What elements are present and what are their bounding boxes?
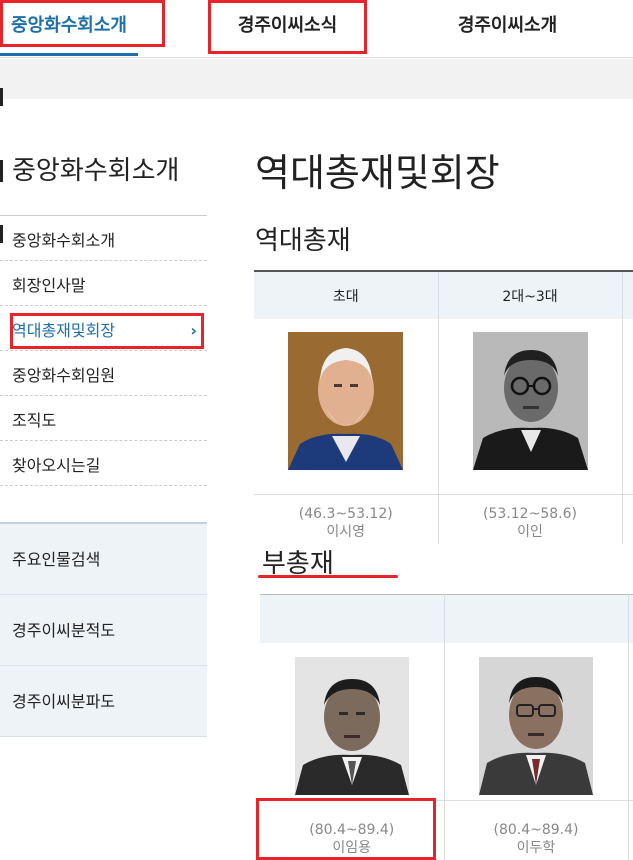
portrait-image xyxy=(294,656,409,795)
sidebar-title: 중앙화수회소개 xyxy=(12,156,180,186)
person-name: 이두학 xyxy=(516,840,556,856)
sidebar-item-greeting[interactable]: 회장인사말 xyxy=(0,261,207,306)
sidebar-item-person-search[interactable]: 주요인물검색 xyxy=(0,524,207,595)
portrait-image xyxy=(479,656,593,795)
portrait-image xyxy=(472,332,588,470)
breadcrumb-bar xyxy=(0,59,633,99)
table-header-row: 초대 2대~3대 xyxy=(254,271,633,319)
sidebar-item-officers[interactable]: 중앙화수회임원 xyxy=(0,351,207,396)
person-info: (53.12~58.6) 이인 xyxy=(438,494,623,544)
table-row xyxy=(260,642,633,801)
sidebar-item-label: 경주이씨분파도 xyxy=(12,692,116,711)
person-info: (80.4~89.4) 이두학 xyxy=(444,800,629,860)
tab-label: 중앙화수회소개 xyxy=(11,15,127,36)
person-info: (80.4~89.4) 이임용 xyxy=(260,800,445,860)
sidebar-item-label: 회장인사말 xyxy=(12,276,86,295)
edge-sliver xyxy=(0,88,3,106)
sidebar-item-label: 조직도 xyxy=(12,411,57,430)
portrait-cell xyxy=(444,642,629,801)
table-header-row xyxy=(260,594,633,643)
portrait-image xyxy=(288,332,404,470)
table-row: (46.3~53.12) 이시영 (53.12~58.6) 이인 xyxy=(254,494,633,544)
sidebar-item-directions[interactable]: 찾아오시는길 xyxy=(0,441,207,486)
sidebar-item-past-presidents[interactable]: 역대총재및회장 › xyxy=(0,306,207,351)
sidebar-item-label: 주요인물검색 xyxy=(12,550,101,569)
portrait-cell xyxy=(260,642,445,801)
term-period: (80.4~89.4) xyxy=(493,822,579,838)
section-title-presidents: 역대총재 xyxy=(255,226,351,256)
table-row: (80.4~89.4) 이임용 (80.4~89.4) 이두학 xyxy=(260,800,633,860)
column-header: 2대~3대 xyxy=(438,271,623,319)
column-header xyxy=(444,594,629,643)
sidebar-item-label: 찾아오시는길 xyxy=(12,456,101,475)
column-header xyxy=(622,271,633,319)
sidebar-item-label: 역대총재및회장 xyxy=(12,321,116,340)
top-navigation: 중앙화수회소개 경주이씨소식 경주이씨소개 xyxy=(0,0,633,58)
sidebar-item-org-chart[interactable]: 조직도 xyxy=(0,396,207,441)
chevron-right-icon: › xyxy=(190,321,197,340)
sidebar-item-label: 중앙화수회소개 xyxy=(12,231,116,250)
sidebar-item-lineage-chart[interactable]: 경주이씨분파도 xyxy=(0,666,207,737)
tab-central-association[interactable]: 중앙화수회소개 xyxy=(0,8,138,56)
sidebar-sub-menu: 주요인물검색 경주이씨분적도 경주이씨분파도 xyxy=(0,522,207,737)
person-name: 이임용 xyxy=(332,840,372,856)
sidebar-item-label: 중앙화수회임원 xyxy=(12,366,116,385)
active-tab-indicator xyxy=(0,53,138,56)
person-name: 이시영 xyxy=(326,523,366,540)
term-period: (53.12~58.6) xyxy=(483,505,577,522)
column-header: 초대 xyxy=(254,271,439,319)
sidebar-item-clan-map[interactable]: 경주이씨분적도 xyxy=(0,595,207,666)
presidents-table: 초대 2대~3대 (46.3~53.12) 이시영 (53.12~58.6) 이… xyxy=(254,270,633,544)
person-name: 이인 xyxy=(517,523,543,540)
table-row xyxy=(254,319,633,495)
tab-gyeongju-lee-news[interactable]: 경주이씨소식 xyxy=(210,8,365,48)
tab-gyeongju-lee-intro[interactable]: 경주이씨소개 xyxy=(440,8,575,48)
page-title: 역대총재및회장 xyxy=(255,151,500,195)
term-period: (46.3~53.12) xyxy=(298,505,393,522)
sidebar-item-label: 경주이씨분적도 xyxy=(12,621,116,640)
tab-label: 경주이씨소식 xyxy=(237,15,338,36)
vice-presidents-table: (80.4~89.4) 이임용 (80.4~89.4) 이두학 xyxy=(260,594,633,860)
portrait-cell xyxy=(254,319,439,495)
person-info: (46.3~53.12) 이시영 xyxy=(254,494,439,544)
tab-label: 경주이씨소개 xyxy=(457,15,558,36)
term-period: (80.4~89.4) xyxy=(309,822,395,838)
portrait-cell xyxy=(438,319,623,495)
sidebar-item-central-association[interactable]: 중앙화수회소개 xyxy=(0,216,207,261)
edge-sliver xyxy=(0,160,3,182)
column-header xyxy=(260,594,445,643)
column-header xyxy=(628,594,633,643)
highlight-underline xyxy=(258,575,398,578)
sidebar-menu: 중앙화수회소개 회장인사말 역대총재및회장 › 중앙화수회임원 조직도 찾아오시… xyxy=(0,215,207,486)
